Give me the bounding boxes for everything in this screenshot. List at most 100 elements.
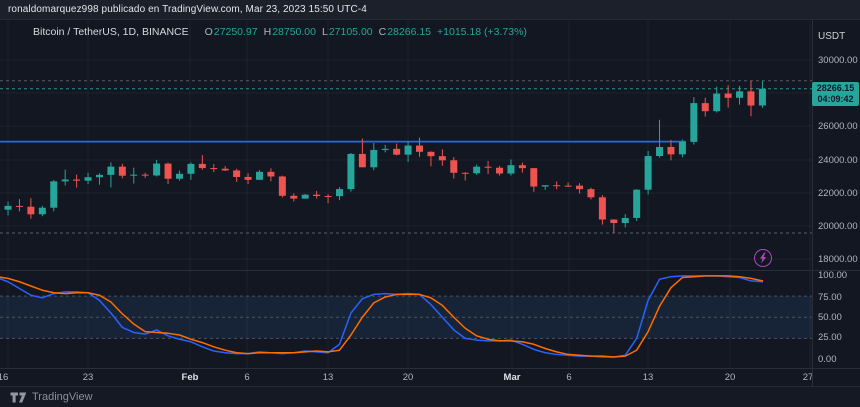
candle [210, 168, 218, 170]
candle [187, 163, 195, 174]
tradingview-logo-icon[interactable] [10, 392, 27, 403]
candle [175, 173, 183, 179]
ohlc-low-value: 27105.00 [328, 26, 373, 38]
time-axis-label: 6 [244, 372, 250, 383]
candle [576, 185, 584, 190]
time-axis-label: 16 [0, 372, 9, 383]
candle [564, 185, 572, 187]
candle [233, 170, 241, 177]
candle [587, 189, 595, 198]
candle [301, 194, 309, 199]
pane-separator[interactable] [0, 270, 860, 271]
candle [141, 174, 149, 176]
price-axis-label: 24000.00 [818, 155, 858, 166]
candle [736, 91, 744, 98]
price-scale-separator [812, 20, 813, 386]
price-axis-label: 50.00 [818, 312, 842, 323]
candle [244, 176, 252, 180]
candle [130, 174, 138, 176]
candle [427, 151, 435, 157]
chart-canvas[interactable] [0, 0, 860, 407]
candle [724, 93, 732, 98]
candle [15, 205, 23, 207]
ohlc-close-letter: C [378, 26, 387, 38]
candle [221, 168, 229, 171]
time-axis-label: 20 [402, 372, 414, 383]
candle [313, 194, 321, 196]
ohlc-low-letter: L [321, 26, 328, 38]
time-axis-label: 6 [566, 372, 572, 383]
candle [598, 197, 606, 220]
candle [450, 160, 458, 173]
price-axis-label: 18000.00 [818, 254, 858, 265]
change-value: +1015.18 (+3.73%) [437, 26, 527, 38]
candle [393, 148, 401, 155]
time-axis-label: 23 [82, 372, 94, 383]
candle [50, 181, 58, 208]
candle [416, 145, 424, 152]
candle [633, 189, 641, 218]
candle [621, 217, 629, 224]
candle [347, 153, 355, 190]
ohlc-high-value: 28750.00 [272, 26, 316, 38]
candle [656, 146, 664, 157]
price-axis-label: 75.00 [818, 292, 842, 303]
candle [461, 172, 469, 174]
price-axis-label: 100.00 [818, 270, 848, 281]
candle [4, 205, 12, 210]
price-axis-label: 22000.00 [818, 188, 858, 199]
time-axis-label: 20 [724, 372, 736, 383]
ohlc-close-value: 28266.15 [387, 26, 432, 38]
published-chart-page: ronaldomarquez998 publicado en TradingVi… [0, 0, 860, 407]
candle [713, 93, 721, 112]
time-scale-separator [0, 368, 860, 369]
candle [324, 195, 332, 197]
candle [164, 163, 172, 179]
candle [336, 189, 343, 197]
ohlc-high-letter: H [263, 26, 272, 38]
candle [644, 156, 652, 190]
candle [553, 185, 561, 187]
candle [496, 167, 504, 174]
candle [381, 148, 389, 150]
candle [667, 146, 675, 155]
candle [404, 145, 412, 155]
price-axis-label: 30000.00 [818, 55, 858, 66]
candle [484, 166, 492, 168]
ohlc-open-letter: O [204, 26, 213, 38]
candle [507, 165, 515, 174]
candle [255, 171, 263, 180]
candle [38, 207, 46, 215]
candle [758, 88, 766, 106]
candle [530, 168, 538, 187]
price-axis-label: 20000.00 [818, 221, 858, 232]
price-axis-label: 0.00 [818, 354, 837, 365]
bar-countdown: 04:09:42 [817, 94, 854, 104]
ohlc-open-value: 27250.97 [213, 26, 258, 38]
time-axis-label: 13 [642, 372, 654, 383]
candle [541, 185, 549, 187]
candle [438, 156, 446, 161]
time-axis-label: Mar [503, 372, 521, 383]
tradingview-logo-text[interactable]: TradingView [32, 391, 93, 403]
candle [358, 153, 366, 168]
candle [153, 163, 161, 176]
quote-currency-label: USDT [818, 31, 846, 42]
symbol-legend: Bitcoin / TetherUS, 1D, BINANCE O 27250.… [33, 25, 527, 39]
lightning-icon[interactable] [754, 249, 772, 267]
candle [747, 91, 755, 106]
candle [610, 219, 618, 224]
symbol-title: Bitcoin / TetherUS, 1D, BINANCE [33, 26, 189, 38]
candle [678, 141, 686, 155]
candle [473, 166, 481, 174]
price-axis-label: 25.00 [818, 332, 842, 343]
candle [370, 149, 378, 168]
candle [518, 165, 526, 169]
candle [84, 177, 92, 181]
candle [267, 171, 275, 177]
last-price-value: 28266.15 [816, 83, 855, 93]
price-axis-label: 26000.00 [818, 121, 858, 132]
candle [278, 176, 286, 196]
candle [701, 103, 709, 112]
candle [690, 103, 698, 142]
